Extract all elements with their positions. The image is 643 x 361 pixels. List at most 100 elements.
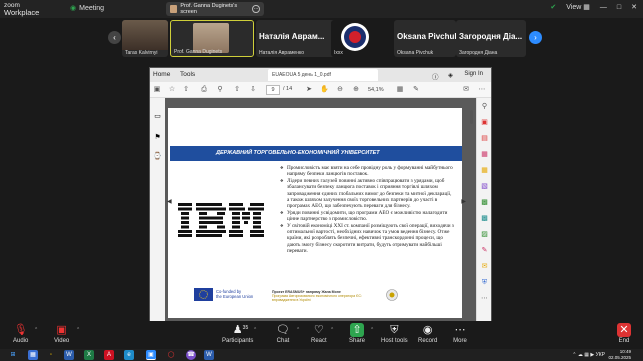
participant-tile[interactable]: Ixxx [331, 20, 385, 57]
pdf-page: ДЕРЖАВНИЙ ТОРГОВЕЛЬНО-ЕКОНОМІЧНИЙ УНІВЕР… [168, 108, 462, 318]
close-icon[interactable]: ✕ [631, 3, 637, 11]
prev-page-icon[interactable]: ⇧ [233, 86, 241, 94]
more-options-icon[interactable]: ⋯ [478, 86, 486, 94]
taskbar-clock[interactable]: 10:49 02.05.2025 [608, 349, 631, 361]
participant-tile[interactable]: Oksana Pivchuk Oksana Pivchuk [394, 20, 456, 57]
viber-icon[interactable]: ☎ [186, 350, 196, 360]
attachments-icon[interactable]: ⌚ [153, 152, 162, 161]
system-tray[interactable]: ⌃ ☁ ▦ ▶ УКР [572, 352, 605, 358]
strip-next-button[interactable]: › [529, 31, 542, 44]
keyboard-language[interactable]: УКР [596, 352, 605, 358]
video-button[interactable]: ▣ Video [54, 323, 69, 344]
word-icon[interactable]: W [64, 350, 74, 360]
mail-icon[interactable]: ✉ [462, 86, 470, 94]
document-tab[interactable]: EUAEOUA 5 день 1_0.pdf [268, 69, 378, 81]
opera-icon[interactable]: ◯ [166, 350, 176, 360]
share-label: Share [349, 338, 366, 344]
search-icon[interactable]: ⚲ [216, 86, 224, 94]
scrollbar-thumb[interactable] [470, 110, 473, 124]
fill-sign-icon[interactable]: ✎ [480, 246, 489, 255]
slide-bullet: Уряди повинні усвідомити, що програми AE… [280, 210, 455, 223]
participant-big-name: Загородня Діа... [459, 32, 523, 41]
security-shield-icon[interactable]: ✔ [550, 3, 556, 11]
next-page-arrow-icon[interactable]: ▶ [461, 198, 466, 205]
windows-start-icon[interactable]: ⊞ [8, 350, 18, 360]
zoom-out-icon[interactable]: ⊖ [336, 86, 344, 94]
create-pdf-icon[interactable]: ▤ [480, 134, 489, 143]
zoom-in-icon[interactable]: ⊕ [352, 86, 360, 94]
more-button[interactable]: ⋯ More [453, 323, 467, 344]
record-icon: ◉ [422, 324, 433, 336]
select-cursor-icon[interactable]: ➤ [305, 86, 313, 94]
edit-pdf-icon[interactable]: ▦ [480, 150, 489, 159]
record-button[interactable]: ◉ Record [418, 323, 437, 344]
shield-protect-icon[interactable]: ⛨ [480, 278, 489, 287]
audio-options-caret[interactable]: ⌃ [34, 327, 38, 333]
comment-icon[interactable]: ✎ [412, 86, 420, 94]
windows-taskbar: ⊞ ▦ ▫ W X A e ▣ ◯ ☎ W ⌃ ☁ ▦ ▶ УКР 10:49 … [0, 349, 643, 361]
minimize-icon[interactable]: — [600, 4, 607, 11]
file-explorer-icon[interactable]: ▦ [28, 350, 38, 360]
zoom-app-icon[interactable]: ▣ [146, 350, 156, 360]
zoom-level-select[interactable]: 54,1% [368, 85, 390, 95]
folder-icon[interactable]: ▫ [46, 350, 56, 360]
more-tools-icon[interactable]: ⋯ [480, 294, 489, 303]
participants-options-caret[interactable]: ⌃ [253, 327, 257, 333]
participant-tile[interactable]: Загородня Діа... Загородня Діана [456, 20, 526, 57]
chat-button[interactable]: 🗨 Chat [276, 323, 290, 344]
sign-in-button[interactable]: Sign In [464, 71, 483, 77]
scan-ocr-icon[interactable]: ▩ [480, 214, 489, 223]
vertical-scrollbar[interactable] [470, 110, 474, 290]
next-page-icon[interactable]: ⇩ [249, 86, 257, 94]
share-button[interactable]: ⇧ Share [349, 323, 365, 344]
hand-tool-icon[interactable]: ✋ [320, 86, 329, 94]
view-menu[interactable]: View ▦ [566, 3, 590, 11]
share-options-caret[interactable]: ⌃ [370, 327, 374, 333]
send-comments-icon[interactable]: ✉ [480, 262, 489, 271]
edge-icon[interactable]: e [124, 350, 134, 360]
print-icon[interactable]: ⎙ [200, 86, 208, 94]
page-layout-icon[interactable]: ▦ [396, 86, 404, 94]
end-button[interactable]: ✕ End [617, 323, 631, 344]
bookmark-star-icon[interactable]: ☆ [168, 86, 176, 94]
react-button[interactable]: ♡ React [311, 323, 327, 344]
prev-page-arrow-icon[interactable]: ◀ [167, 198, 172, 205]
create-icon[interactable]: ▣ [153, 86, 161, 94]
acrobat-icon[interactable]: A [104, 350, 114, 360]
page-thumbnails-icon[interactable]: ▭ [153, 112, 162, 121]
participant-tile[interactable]: Taras Kalvirnyi [122, 20, 168, 57]
slide-bullet: У світовій економіці XXI ст. компанії ро… [280, 223, 455, 255]
bell-icon[interactable]: ◈ [448, 71, 453, 79]
strip-prev-button[interactable]: ‹ [108, 31, 121, 44]
word-doc-icon[interactable]: W [204, 350, 214, 360]
meeting-menu[interactable]: ◉ Meeting [70, 4, 104, 13]
comment-tool-icon[interactable]: ▦ [480, 166, 489, 175]
protect-icon[interactable]: ▨ [480, 230, 489, 239]
page-number-input[interactable]: 9 [266, 85, 280, 95]
export-pdf-icon[interactable]: ▣ [480, 118, 489, 127]
video-options-caret[interactable]: ⌃ [76, 327, 80, 333]
logo-line-2: Workplace [4, 8, 40, 17]
combine-files-icon[interactable]: ▧ [480, 182, 489, 191]
audio-button[interactable]: 🎙 Audio [13, 323, 28, 344]
avatar-ring [344, 26, 366, 48]
participants-button[interactable]: ♟ 35 Participants [222, 323, 253, 344]
shared-screen-tab[interactable]: Prof. Ganna Duginets's screen ⋯ [166, 2, 264, 16]
participant-tile-active-speaker[interactable]: Prof. Ganna Duginets [170, 20, 254, 57]
heart-icon: ♡ [313, 324, 324, 336]
react-options-caret[interactable]: ⌃ [330, 327, 334, 333]
upload-icon[interactable]: ⇧ [182, 86, 190, 94]
bookmarks-icon[interactable]: ⚑ [153, 133, 162, 142]
zoom-search-icon[interactable]: ⚲ [480, 102, 489, 111]
help-icon[interactable]: ⓘ [432, 71, 439, 81]
maximize-icon[interactable]: □ [617, 4, 621, 11]
project-caption: Проект ERASMUS+ напряму Жана Моне Програ… [272, 290, 362, 303]
tab-home[interactable]: Home [153, 71, 170, 78]
chat-options-caret[interactable]: ⌃ [296, 327, 300, 333]
organize-pages-icon[interactable]: ▩ [480, 198, 489, 207]
host-tools-button[interactable]: ⛨ Host tools [381, 323, 408, 344]
participant-tile[interactable]: Наталія Аврам... Наталія Авраменко [256, 20, 340, 57]
excel-icon[interactable]: X [84, 350, 94, 360]
tab-tools[interactable]: Tools [180, 71, 195, 78]
share-options-icon[interactable]: ⋯ [252, 5, 260, 13]
